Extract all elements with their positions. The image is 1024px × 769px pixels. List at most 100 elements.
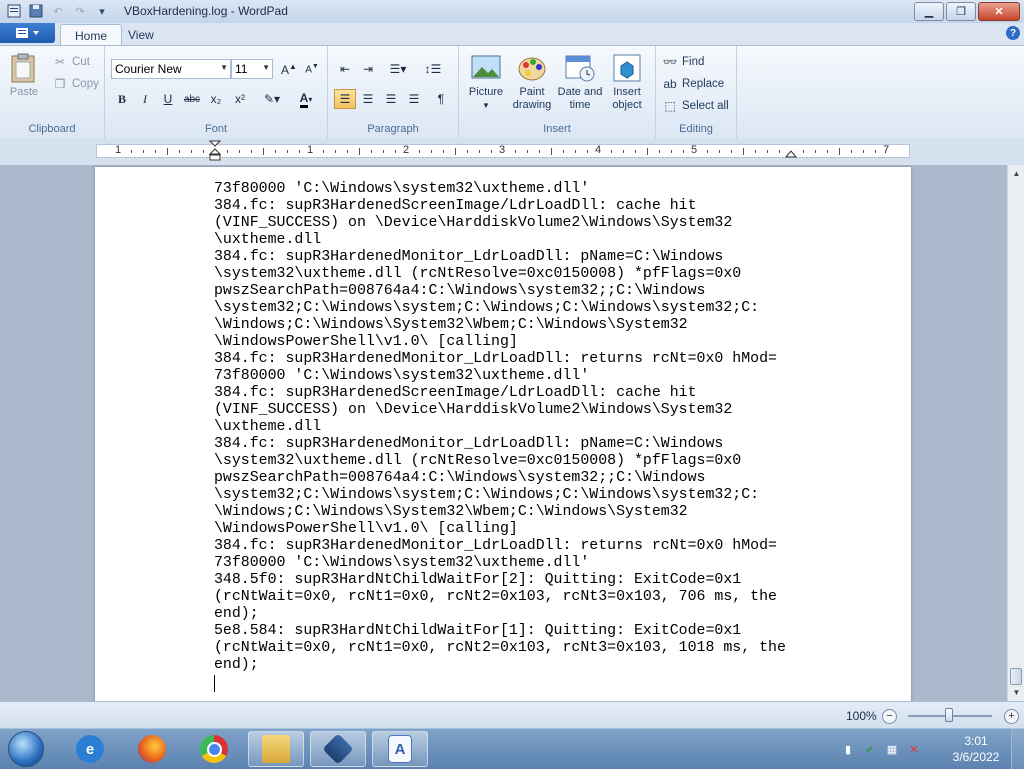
scrollbar-thumb[interactable] [1010,668,1022,685]
increase-indent-button[interactable]: ⇥ [357,59,379,79]
indent-marker[interactable] [209,140,221,162]
font-family-select[interactable]: Courier New ▼ [111,59,231,79]
grow-font-button[interactable]: A▲ [278,59,300,79]
taskbar-chrome[interactable] [186,731,242,767]
insert-object-button[interactable]: Insert object [605,52,649,112]
scroll-down-button[interactable]: ▼ [1008,684,1024,701]
ruler-tick [779,150,780,153]
zoom-slider-thumb[interactable] [945,708,953,722]
ruler[interactable]: 1 1 2 3 4 5 7 [96,140,910,161]
action-center-icon[interactable]: ▮ [840,741,856,757]
minimize-button[interactable]: ▁ [914,2,944,21]
bullets-button[interactable]: ☰▾ [383,59,413,79]
ruler-tick [275,150,276,153]
paint-palette-icon [518,57,546,81]
close-button[interactable]: ✕ [978,2,1020,21]
subscript-button[interactable]: x₂ [205,89,227,109]
paste-button[interactable]: Paste [8,52,40,99]
line-spacing-button[interactable]: ↕☰ [418,59,448,79]
tab-home[interactable]: Home [60,24,123,46]
ruler-tick [743,148,744,155]
justify-button[interactable]: ☰ [403,89,425,109]
scroll-up-button[interactable]: ▲ [1008,165,1024,182]
document-page[interactable]: 73f80000 'C:\Windows\system32\uxtheme.dl… [95,167,911,701]
volume-muted-icon[interactable]: ✕ [906,741,922,757]
arrow-up-icon: ▲ [1012,169,1021,178]
taskbar-file-explorer[interactable] [248,731,304,767]
zoom-in-button[interactable]: + [1004,709,1019,724]
zoom-out-button[interactable]: − [882,709,897,724]
align-left-button[interactable]: ☰ [334,89,356,109]
network-icon[interactable]: ▦ [884,741,900,757]
customize-qat-icon[interactable]: ▾ [94,3,110,19]
bold-button[interactable]: B [111,89,133,109]
find-button[interactable]: 👓 Find [662,54,705,70]
start-button[interactable] [4,730,48,768]
app-icon[interactable] [6,3,22,19]
redo-icon[interactable]: ↷ [72,3,88,19]
ribbon: Paste ✂ Cut ❐ Copy Clipboard Courier New… [0,45,1024,139]
folder-icon [262,735,290,763]
copy-button[interactable]: ❐ Copy [52,76,99,92]
ruler-tick [143,150,144,153]
system-tray: ▮ ✔ ▦ ✕ [840,729,922,769]
ruler-tick [395,150,396,153]
superscript-button[interactable]: x² [229,89,251,109]
vertical-scrollbar[interactable]: ▲ ▼ [1007,165,1024,701]
font-size-select[interactable]: 11 ▼ [231,59,273,79]
ruler-tick [479,150,480,153]
clock[interactable]: 3:01 3/6/2022 [946,733,1006,765]
taskbar-wordpad[interactable]: A [372,731,428,767]
ruler-tick [731,150,732,153]
paragraph-settings-button[interactable]: ¶ [430,89,452,109]
help-icon[interactable]: ? [1006,26,1020,40]
align-center-button[interactable]: ☰ [357,89,379,109]
close-icon: ✕ [994,6,1004,18]
select-all-button[interactable]: ⬚ Select all [662,98,729,114]
italic-button[interactable]: I [134,89,156,109]
line-spacing-icon: ↕☰ [424,62,442,76]
select-all-label: Select all [682,100,729,112]
right-indent-marker[interactable] [785,146,797,158]
document-area: 73f80000 'C:\Windows\system32\uxtheme.dl… [0,165,1007,701]
align-center-icon: ☰ [362,92,374,106]
save-icon[interactable] [28,3,44,19]
undo-icon[interactable]: ↶ [50,3,66,19]
date-time-button[interactable]: Date and time [555,52,605,112]
font-group-label: Font [204,123,227,135]
picture-button[interactable]: Picture ▼ [465,52,507,112]
ruler-tick [239,150,240,153]
ruler-tick [527,150,528,153]
chevron-down-icon: ▼ [220,63,228,72]
decrease-indent-icon: ⇤ [339,62,351,76]
paint-drawing-button[interactable]: Paint drawing [509,52,555,112]
taskbar-virtualbox[interactable] [310,731,366,767]
strikethrough-button[interactable]: abc [181,89,203,109]
application-menu-button[interactable] [0,23,55,43]
taskbar-firefox[interactable] [124,731,180,767]
restore-button[interactable]: ❐ [946,2,976,21]
tab-view[interactable]: View [114,24,168,45]
ruler-tick [491,150,492,153]
decrease-indent-button[interactable]: ⇤ [334,59,356,79]
cut-button[interactable]: ✂ Cut [52,54,90,70]
datetime-label-line2: time [569,99,591,111]
security-icon[interactable]: ✔ [862,741,878,757]
document-text[interactable]: 73f80000 'C:\Windows\system32\uxtheme.dl… [214,181,786,674]
show-desktop-button[interactable] [1011,729,1024,769]
ruler-tick [227,150,228,153]
text-color-button[interactable]: A ▾ [291,89,321,109]
ruler-tick [815,150,816,153]
ribbon-tab-row: Home View ? [0,23,1024,46]
align-right-button[interactable]: ☰ [380,89,402,109]
replace-button[interactable]: ab Replace [662,76,724,92]
shrink-font-button[interactable]: A▼ [301,59,323,79]
underline-button[interactable]: U [157,89,179,109]
paint-label-line2: drawing [512,99,552,111]
text-color-icon: A [299,91,309,108]
windows-logo-icon [8,731,44,767]
taskbar-internet-explorer[interactable]: e [62,731,118,767]
highlight-color-button[interactable]: ✎▾ [257,89,287,109]
ruler-tick [131,150,132,153]
paste-icon [11,53,35,83]
